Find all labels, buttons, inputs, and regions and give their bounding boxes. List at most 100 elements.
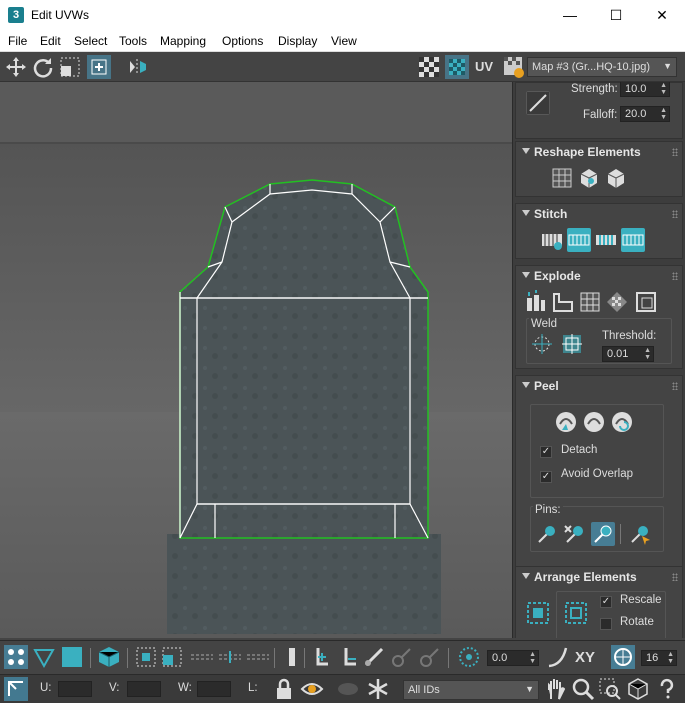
angle-spinner[interactable]: 0.0 ▲ ▼	[487, 650, 539, 666]
split-icon[interactable]	[551, 290, 575, 314]
shrink-selection-icon[interactable]	[160, 645, 184, 669]
explode-header[interactable]: Explode	[516, 266, 682, 286]
unpin-icon[interactable]	[563, 522, 587, 546]
reset-peel-icon[interactable]	[610, 410, 634, 434]
menu-file[interactable]: File	[8, 34, 27, 48]
peel-header[interactable]: Peel	[516, 376, 682, 396]
freeze-icon[interactable]	[366, 677, 390, 701]
reshape-elements-title: Reshape Elements	[534, 145, 641, 159]
grid-snap-icon[interactable]	[611, 645, 635, 669]
threshold-spinner[interactable]: 0.01 ▲ ▼	[602, 346, 654, 362]
flatten-icon[interactable]	[578, 290, 602, 314]
map-settings-icon[interactable]	[502, 55, 526, 79]
weld-selected-icon[interactable]	[560, 332, 584, 356]
paint-selection-icon[interactable]	[362, 645, 386, 669]
rotate-checkbox[interactable]	[600, 618, 612, 630]
stitch-custom-icon[interactable]	[540, 228, 564, 252]
weld-target-icon[interactable]	[530, 332, 554, 356]
loop-selection-icon[interactable]	[218, 645, 242, 669]
menu-view[interactable]: View	[331, 34, 357, 48]
pin-icon[interactable]	[535, 522, 559, 546]
grid-spinner[interactable]: 16 ▲ ▼	[641, 650, 677, 666]
avoid-overlap-checkbox[interactable]: ✓	[540, 471, 552, 483]
reshape-elements-header[interactable]: Reshape Elements	[516, 142, 682, 162]
xy-toggle[interactable]: XY	[575, 649, 595, 666]
select-overlapped-icon[interactable]	[280, 645, 304, 669]
element-mode-icon[interactable]	[97, 645, 121, 669]
select-edge-loop-icon[interactable]	[246, 645, 270, 669]
rotate-icon[interactable]	[31, 55, 55, 79]
peel-mode-icon[interactable]	[582, 410, 606, 434]
arrange-elements-header[interactable]: Arrange Elements	[516, 567, 682, 587]
detach-checkbox[interactable]: ✓	[540, 446, 552, 458]
menu-display[interactable]: Display	[278, 34, 317, 48]
menu-mapping[interactable]: Mapping	[160, 34, 206, 48]
auto-pin-icon[interactable]	[591, 522, 615, 546]
stitch-to-target-icon[interactable]	[567, 228, 591, 252]
ring-selection-icon[interactable]	[190, 645, 214, 669]
select-inverted-icon[interactable]	[336, 645, 360, 669]
zoom-extents-icon[interactable]	[626, 677, 650, 701]
grip-icon	[672, 272, 678, 280]
grow-selection-icon[interactable]	[134, 645, 158, 669]
uv-label[interactable]: UV	[475, 59, 493, 74]
pack-normalize-icon[interactable]	[526, 601, 550, 625]
v-field[interactable]	[127, 681, 161, 697]
point-to-point-dist-icon[interactable]	[418, 645, 442, 669]
move-icon[interactable]	[4, 55, 28, 79]
face-mode-icon[interactable]	[60, 645, 84, 669]
menu-options[interactable]: Options	[222, 34, 263, 48]
mirror-icon[interactable]	[126, 55, 150, 79]
paint-select-icon[interactable]	[526, 91, 550, 115]
strength-spinner[interactable]: 10.0 ▲ ▼	[620, 82, 670, 97]
peel-rollout: Peel ✓ Detach ✓ Avoid Overlap Pins:	[515, 375, 683, 569]
ids-dropdown[interactable]: All IDs ▼	[403, 680, 539, 700]
close-button[interactable]: ✕	[639, 0, 685, 30]
separator	[127, 648, 128, 668]
zoom-region-icon[interactable]	[598, 677, 622, 701]
rescale-checkbox[interactable]: ✓	[600, 596, 612, 608]
v-label: V:	[109, 682, 120, 694]
hide-icon[interactable]	[336, 677, 360, 701]
minimize-button[interactable]: —	[547, 0, 593, 30]
relax-icon[interactable]	[577, 166, 601, 190]
stitch-to-average-icon[interactable]	[594, 228, 618, 252]
explode-rollout: Explode Weld Threshold: 0.01 ▲ ▼	[515, 265, 683, 369]
edge-mode-icon[interactable]	[32, 645, 56, 669]
straighten-icon[interactable]	[550, 166, 574, 190]
menu-tools[interactable]: Tools	[119, 34, 147, 48]
quick-peel-icon[interactable]	[554, 410, 578, 434]
point-to-point-icon[interactable]	[390, 645, 414, 669]
pan-icon[interactable]	[544, 677, 568, 701]
menu-edit[interactable]: Edit	[40, 34, 61, 48]
lock-icon[interactable]	[272, 677, 296, 701]
u-field[interactable]	[58, 681, 92, 697]
map-select-dropdown[interactable]: Map #3 (Gr...HQ-10.jpg) ▼	[527, 57, 677, 77]
menu-select[interactable]: Select	[74, 34, 107, 48]
zoom-icon[interactable]	[571, 677, 595, 701]
w-field[interactable]	[197, 681, 231, 697]
select-pins-icon[interactable]	[628, 522, 652, 546]
soft-selection-icon[interactable]	[457, 645, 481, 669]
absolute-offset-icon[interactable]	[4, 677, 28, 701]
falloff-spinner[interactable]: 20.0 ▲ ▼	[620, 106, 670, 122]
help-icon[interactable]	[655, 677, 679, 701]
show-hidden-edges-icon[interactable]	[300, 677, 324, 701]
vertex-mode-icon[interactable]	[4, 645, 28, 669]
stitch-header[interactable]: Stitch	[516, 204, 682, 224]
weld-label: Weld	[529, 318, 559, 330]
pack-custom-icon[interactable]	[564, 601, 588, 625]
uv-viewport[interactable]	[0, 82, 512, 638]
relax-shape-icon[interactable]	[604, 166, 628, 190]
checker-icon[interactable]	[417, 55, 441, 79]
flatten-by-smoothing-icon[interactable]	[605, 290, 629, 314]
break-icon[interactable]	[524, 290, 548, 314]
select-by-smoothing-icon[interactable]	[308, 645, 332, 669]
flatten-by-material-icon[interactable]	[634, 290, 658, 314]
scale-icon[interactable]	[58, 55, 82, 79]
stitch-to-source-icon[interactable]	[621, 228, 645, 252]
maximize-button[interactable]: ☐	[593, 0, 639, 30]
freeform-icon[interactable]	[87, 55, 111, 79]
texture-checker-icon[interactable]	[445, 55, 469, 79]
falloff-curve-icon[interactable]	[546, 645, 570, 669]
